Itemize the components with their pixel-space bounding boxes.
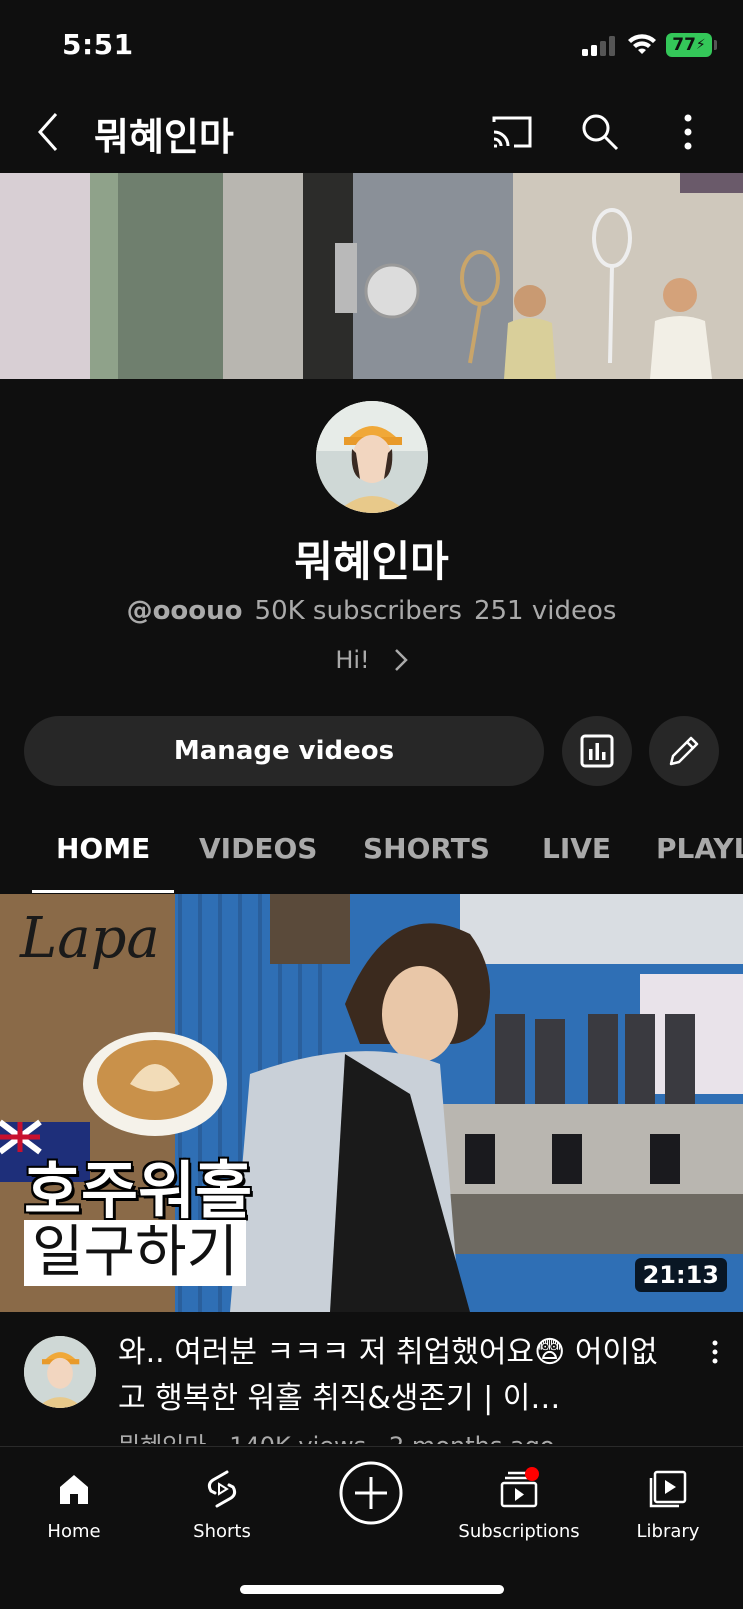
video-title[interactable]: 와.. 여러분 ㅋㅋㅋ 저 취업했어요😨 어이없고 행복한 워홀 취직&생존기 …	[118, 1330, 678, 1422]
cast-button[interactable]	[488, 108, 536, 156]
pencil-icon	[669, 736, 699, 766]
cast-icon	[492, 116, 532, 148]
channel-description-text: Hi!	[335, 646, 370, 674]
video-channel-avatar[interactable]	[24, 1336, 96, 1408]
status-time: 5:51	[62, 28, 134, 61]
subscriber-count: 50K subscribers	[254, 596, 462, 626]
nav-library[interactable]: Library	[594, 1467, 742, 1542]
library-icon	[646, 1467, 690, 1511]
channel-name: 뭐혜인마	[294, 537, 449, 586]
tab-playlists[interactable]: PLAYLISTS	[656, 832, 743, 865]
video-count: 251 videos	[473, 596, 617, 626]
video-duration: 21:13	[634, 1258, 727, 1292]
nav-subscriptions[interactable]: Subscriptions	[445, 1467, 593, 1542]
tab-home[interactable]: HOME	[56, 832, 150, 865]
home-icon	[52, 1467, 96, 1511]
chevron-left-icon	[37, 113, 58, 151]
nav-library-label: Library	[636, 1521, 700, 1542]
channel-description[interactable]: Hi!	[0, 646, 743, 674]
nav-shorts-label: Shorts	[193, 1521, 251, 1542]
battery-level: 77	[672, 35, 696, 55]
more-vertical-icon	[712, 1340, 718, 1364]
channel-handle: @ooouo	[126, 596, 243, 626]
analytics-button[interactable]	[562, 716, 632, 786]
battery-icon: 77 ⚡	[666, 33, 712, 57]
thumbnail-title-line2: 일구하기	[24, 1220, 247, 1286]
video-info[interactable]: 와.. 여러분 ㅋㅋㅋ 저 취업했어요😨 어이없고 행복한 워홀 취직&생존기 …	[0, 1328, 743, 1444]
tab-live[interactable]: LIVE	[542, 832, 611, 865]
analytics-icon	[580, 734, 614, 768]
video-meta: 뭐혜인마 · 140K views · 2 months ago	[118, 1426, 555, 1444]
shorts-icon	[200, 1467, 244, 1511]
thumbnail-title-line1: 호주워홀	[24, 1154, 253, 1227]
nav-home[interactable]: Home	[0, 1467, 148, 1542]
wifi-icon	[628, 34, 656, 54]
subscriptions-icon	[497, 1467, 541, 1511]
edit-channel-button[interactable]	[649, 716, 719, 786]
channel-tabs: HOME VIDEOS SHORTS LIVE PLAYLISTS	[0, 818, 743, 894]
manage-videos-button[interactable]: Manage videos	[24, 716, 544, 786]
tab-shorts[interactable]: SHORTS	[363, 832, 490, 865]
notification-dot	[525, 1467, 539, 1481]
more-vertical-icon	[684, 114, 692, 150]
chevron-right-icon	[394, 649, 408, 671]
search-button[interactable]	[576, 108, 624, 156]
video-more-button[interactable]	[700, 1340, 730, 1380]
channel-stats: @ooouo 50K subscribers 251 videos	[0, 596, 743, 626]
nav-home-label: Home	[47, 1521, 101, 1542]
more-options-button[interactable]	[664, 108, 712, 156]
status-bar: 5:51 77 ⚡	[0, 0, 743, 92]
channel-banner	[0, 173, 743, 379]
search-icon	[582, 114, 619, 151]
battery-tip	[714, 40, 717, 50]
header-title: 뭐혜인마	[94, 115, 234, 159]
channel-avatar[interactable]	[316, 401, 428, 513]
home-indicator	[240, 1585, 504, 1594]
tab-videos[interactable]: VIDEOS	[199, 832, 317, 865]
create-icon	[339, 1461, 403, 1525]
nav-create[interactable]	[297, 1461, 445, 1525]
cellular-signal-icon	[582, 36, 618, 56]
nav-shorts[interactable]: Shorts	[148, 1467, 296, 1542]
nav-subscriptions-label: Subscriptions	[458, 1521, 580, 1542]
thumbnail-sign: Lapa	[20, 906, 160, 971]
active-tab-indicator	[32, 890, 174, 893]
video-thumbnail[interactable]: Lapa 호주워홀 일구하기 21:13	[0, 894, 743, 1312]
back-button[interactable]	[28, 108, 68, 156]
channel-header: 뭐혜인마	[0, 92, 743, 172]
